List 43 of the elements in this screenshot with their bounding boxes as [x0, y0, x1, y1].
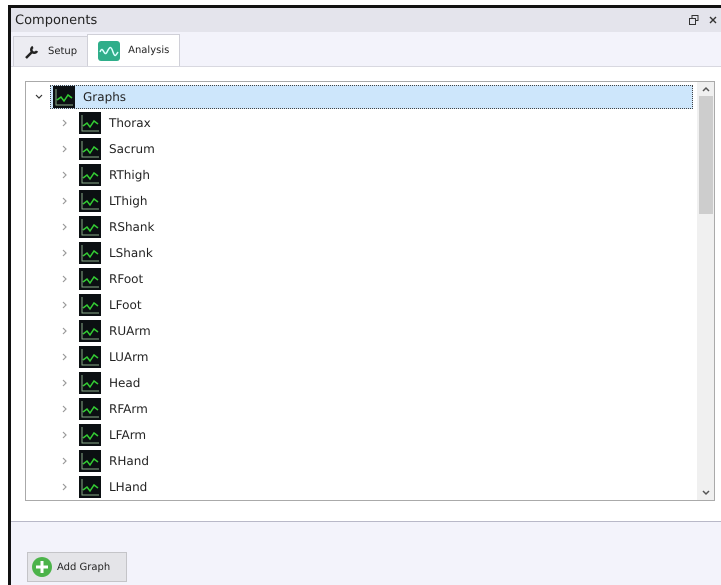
- graph-icon: [79, 476, 101, 498]
- graph-icon: [79, 294, 101, 316]
- graph-icon: [79, 424, 101, 446]
- wrench-icon: [24, 44, 40, 60]
- tree-item[interactable]: LHand: [76, 475, 693, 499]
- graph-icon: [79, 346, 101, 368]
- close-icon[interactable]: [709, 16, 717, 24]
- plus-icon: [31, 556, 53, 578]
- tree-item[interactable]: LFArm: [76, 423, 693, 447]
- tab[interactable]: Setup: [13, 36, 88, 66]
- scrollbar[interactable]: [697, 82, 714, 500]
- tree-item[interactable]: LShank: [76, 241, 693, 265]
- scroll-thumb[interactable]: [698, 96, 712, 214]
- tree-item[interactable]: RFArm: [76, 397, 693, 421]
- tree-item[interactable]: RThigh: [76, 163, 693, 187]
- tree-item[interactable]: Thorax: [76, 111, 693, 135]
- graph-icon: [79, 398, 101, 420]
- tab[interactable]: Analysis: [87, 34, 180, 66]
- tree-item[interactable]: RFoot: [76, 267, 693, 291]
- tree-item[interactable]: LFoot: [76, 293, 693, 317]
- graph-icon: [79, 190, 101, 212]
- graph-icon: [79, 138, 101, 160]
- graph-icon: [79, 164, 101, 186]
- graph-icon: [79, 216, 101, 238]
- graph-icon: [79, 242, 101, 264]
- panel-title: Components: [15, 12, 98, 28]
- tree-item[interactable]: LUArm: [76, 345, 693, 369]
- graph-icon: [53, 86, 75, 108]
- tree-item[interactable]: RHand: [76, 449, 693, 473]
- tree-item[interactable]: LThigh: [76, 189, 693, 213]
- graph-icon: [79, 112, 101, 134]
- tree-item[interactable]: Graphs: [50, 85, 693, 109]
- tree-item[interactable]: RShank: [76, 215, 693, 239]
- tree-item[interactable]: Sacrum: [76, 137, 693, 161]
- graph-icon: [79, 372, 101, 394]
- graph-icon: [79, 450, 101, 472]
- tree-item[interactable]: RUArm: [76, 319, 693, 343]
- graph-icon: [79, 320, 101, 342]
- add-graph-button[interactable]: Add Graph: [27, 552, 127, 582]
- graph-icon: [79, 268, 101, 290]
- restore-icon[interactable]: [689, 15, 699, 25]
- waveform-icon: [98, 40, 120, 60]
- tree-item[interactable]: Head: [76, 371, 693, 395]
